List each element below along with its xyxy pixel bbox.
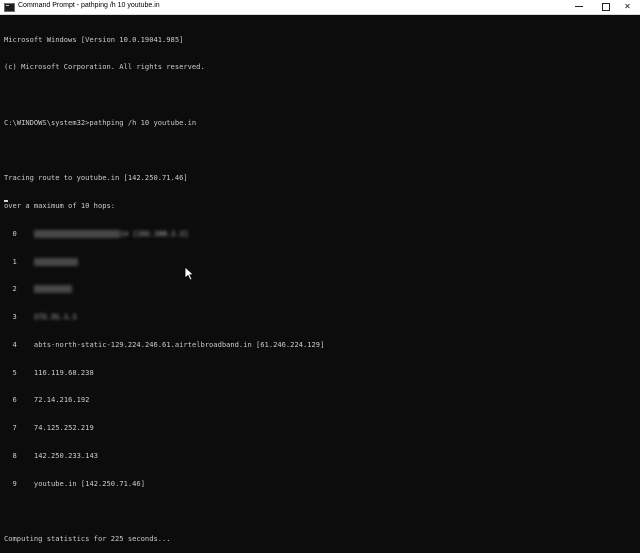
console-line: (c) Microsoft Corporation. All rights re… [4, 62, 205, 72]
command-line: C:\WINDOWS\system32>pathping /h 10 youtu… [4, 117, 197, 127]
console-line: Tracing route to youtube.in [142.250.71.… [4, 173, 188, 183]
hop-row: 5 116.119.68.238 [4, 368, 636, 377]
hop-address: youtube.in [142.250.71.46] [33, 478, 145, 488]
hop-row: 3 172.31.1.1 [4, 312, 636, 321]
hop-address: 142.250.233.143 [33, 450, 98, 460]
hop-row: 9 youtube.in [142.250.71.46] [4, 479, 636, 488]
hop-number: 1 [12, 256, 17, 266]
redacted-host [33, 257, 78, 266]
hop-row: 1 [4, 257, 636, 266]
hop-number: 8 [12, 450, 17, 460]
hop-row: 6 72.14.216.192 [4, 395, 636, 404]
hop-address: in [192.168.2.2] [119, 228, 189, 238]
minimize-button[interactable] [566, 0, 591, 14]
console-line: over a maximum of 10 hops: [4, 201, 116, 210]
redacted-host [33, 285, 72, 294]
hop-address: abts-north-static-129.224.246.61.airtelb… [33, 339, 325, 349]
hop-number: 4 [12, 339, 17, 349]
close-icon: ✕ [624, 2, 631, 11]
close-button[interactable]: ✕ [615, 0, 640, 14]
hop-row: 7 74.125.252.219 [4, 423, 636, 432]
mouse-pointer-icon [184, 266, 195, 281]
hop-address: 172.31.1.1 [33, 312, 77, 321]
hop-address: 72.14.216.192 [33, 395, 90, 405]
console-output[interactable]: Microsoft Windows [Version 10.0.19041.98… [4, 16, 636, 544]
redacted-host [33, 229, 120, 238]
hop-address: 116.119.68.238 [33, 367, 94, 377]
hop-number: 7 [12, 423, 17, 432]
hop-address: 74.125.252.219 [33, 423, 94, 432]
maximize-icon [601, 2, 610, 11]
minimize-icon [574, 6, 583, 7]
hop-row: 2 [4, 284, 636, 294]
hop-number: 2 [12, 284, 17, 294]
hop-number: 5 [12, 367, 17, 377]
console-line: Microsoft Windows [Version 10.0.19041.98… [4, 34, 184, 44]
title-bar[interactable]: Command Prompt - pathping /h 10 youtube.… [0, 0, 640, 15]
command-prompt-icon [4, 3, 15, 12]
window-title: Command Prompt - pathping /h 10 youtube.… [18, 2, 160, 9]
hop-number: 3 [12, 312, 17, 321]
hop-number: 0 [12, 228, 17, 238]
hop-row: 0 in [192.168.2.2] [4, 229, 636, 238]
hop-row: 8 142.250.233.143 [4, 451, 636, 460]
text-cursor [4, 200, 8, 202]
hop-row: 4 abts-north-static-129.224.246.61.airte… [4, 340, 636, 349]
status-line: Computing statistics for 225 seconds... [4, 534, 171, 543]
hop-number: 9 [12, 478, 17, 488]
hop-number: 6 [12, 395, 17, 405]
